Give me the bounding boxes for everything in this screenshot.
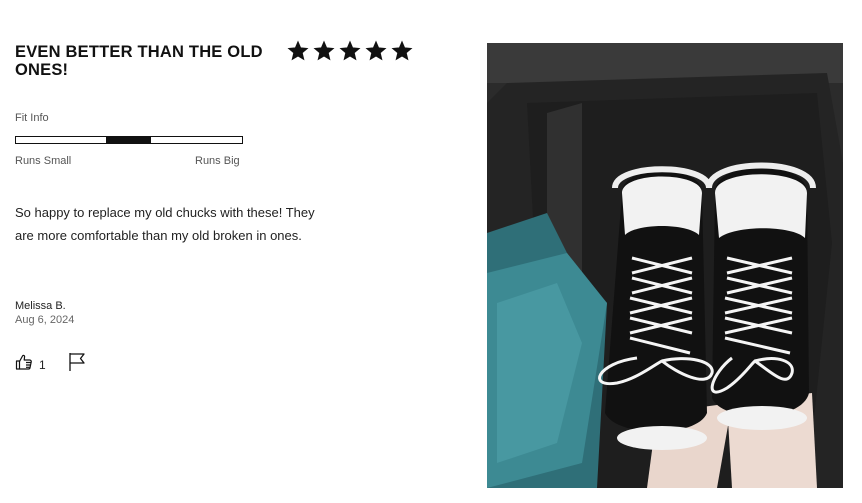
reviewer-name: Melissa B. — [15, 300, 66, 312]
fit-indicator — [106, 137, 151, 143]
star-rating — [287, 40, 413, 62]
helpful-button[interactable]: 1 — [15, 353, 46, 376]
fit-info-label: Fit Info — [15, 112, 49, 124]
fit-min-label: Runs Small — [15, 155, 72, 167]
thumbs-up-icon — [15, 353, 33, 376]
review-actions: 1 — [15, 352, 86, 377]
review-title: EVEN BETTER THAN THE OLD ONES! — [15, 43, 263, 79]
star-icon — [391, 40, 413, 61]
star-icon — [339, 40, 361, 61]
review-card: EVEN BETTER THAN THE OLD ONES! Fit Info … — [0, 0, 862, 503]
review-body: So happy to replace my old chucks with t… — [15, 205, 315, 243]
fit-scale — [15, 136, 243, 144]
star-icon — [313, 40, 335, 61]
review-date: Aug 6, 2024 — [15, 314, 75, 326]
helpful-count: 1 — [39, 357, 46, 372]
review-photo[interactable] — [487, 43, 843, 488]
report-button[interactable] — [68, 352, 86, 377]
star-icon — [287, 40, 309, 61]
fit-max-label: Runs Big — [195, 155, 240, 167]
star-icon — [365, 40, 387, 61]
flag-icon — [68, 353, 86, 376]
